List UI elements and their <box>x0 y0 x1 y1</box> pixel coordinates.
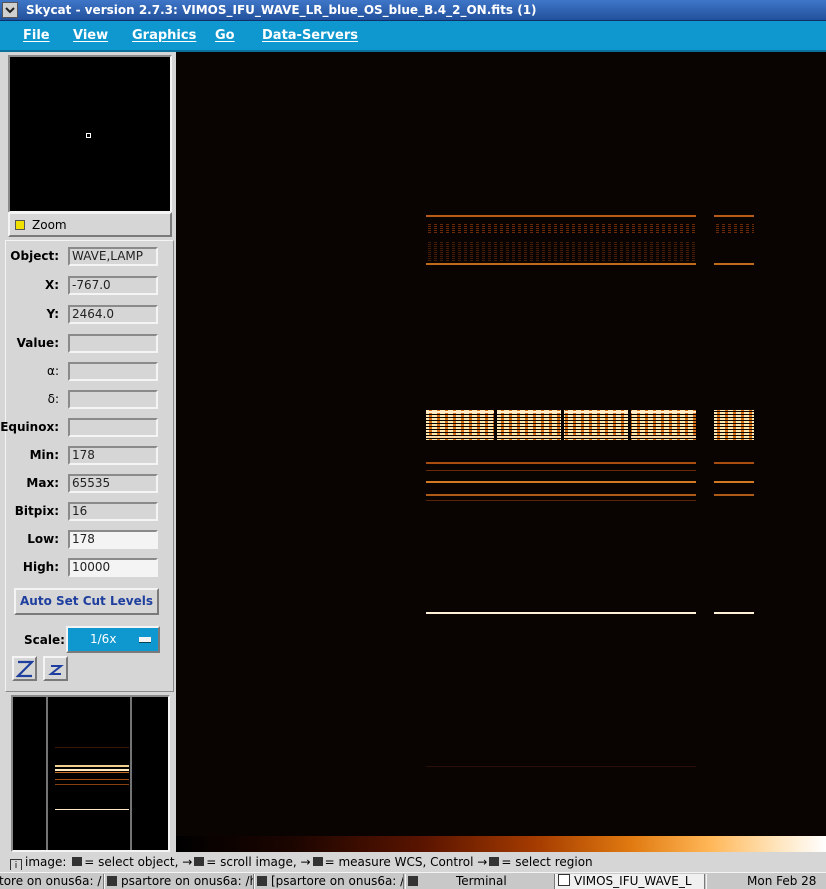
panner-thumbnail[interactable] <box>11 695 170 852</box>
min-field: 178 <box>68 446 158 465</box>
panner-thumbnail-image <box>13 697 168 850</box>
mouse-button-1-icon <box>72 857 83 866</box>
control-panel: Zoom Object: WAVE,LAMP X: -767.0 Y: 2464… <box>0 52 175 854</box>
window-title-bar[interactable]: Skycat - version 2.7.3: VIMOS_IFU_WAVE_L… <box>0 0 826 21</box>
scale-menu-button[interactable]: 1/6x <box>66 626 160 653</box>
taskbar-item-label: VIMOS_IFU_WAVE_L <box>574 874 692 888</box>
zoom-toggle-label: Zoom <box>32 218 67 232</box>
equinox-field <box>68 418 158 437</box>
value-label: Value: <box>16 336 59 350</box>
zoom-in-icon <box>16 660 34 678</box>
zoom-cursor-box <box>86 133 91 138</box>
colormap-bar[interactable] <box>176 836 826 852</box>
status-line: i image: = select object, → = scroll image… <box>0 854 826 870</box>
low-input[interactable]: 178 <box>68 530 158 549</box>
taskbar-item-terminal-1[interactable]: tore on onus6a: / <box>0 874 104 889</box>
image-info-panel: Object: WAVE,LAMP X: -767.0 Y: 2464.0 Va… <box>0 240 174 692</box>
x-label: X: <box>44 278 59 292</box>
terminal-icon <box>257 876 267 886</box>
menu-view[interactable]: View <box>73 28 108 43</box>
max-label: Max: <box>26 476 59 490</box>
info-icon: i <box>10 859 22 870</box>
high-label: High: <box>22 560 59 574</box>
ra-label: α: <box>47 364 59 378</box>
menu-go[interactable]: Go <box>215 28 235 43</box>
document-icon <box>558 874 570 886</box>
equinox-label: Equinox: <box>0 420 59 434</box>
ra-field <box>68 362 158 381</box>
zoom-out-icon <box>48 665 64 675</box>
low-label: Low: <box>27 532 59 546</box>
image-display-canvas[interactable] <box>176 52 826 836</box>
bitpix-label: Bitpix: <box>14 504 59 518</box>
arrow-icon: → <box>300 855 311 869</box>
y-label: Y: <box>46 307 59 321</box>
status-part-4: = select region <box>501 855 593 869</box>
arrow-icon: → <box>477 855 488 869</box>
taskbar-clock[interactable]: Mon Feb 28 <box>706 874 826 889</box>
value-field <box>68 334 158 353</box>
mouse-button-2-icon <box>194 857 205 866</box>
min-label: Min: <box>29 448 59 462</box>
zoom-window[interactable] <box>8 55 172 213</box>
terminal-icon <box>408 876 418 886</box>
status-part-3: = measure WCS, Control <box>324 855 474 869</box>
zoom-out-button[interactable] <box>43 656 68 681</box>
taskbar-item-terminal-3[interactable]: [psartore on onus6a: / <box>254 874 404 889</box>
status-mode: image: <box>25 855 67 869</box>
spectrum-image <box>426 215 754 767</box>
terminal-icon <box>107 876 117 886</box>
window-title: Skycat - version 2.7.3: VIMOS_IFU_WAVE_L… <box>26 3 537 17</box>
scale-label: Scale: <box>24 633 65 647</box>
zoom-toggle-button[interactable]: Zoom <box>8 212 172 237</box>
taskbar-item-terminal-4[interactable]: Terminal <box>405 874 555 889</box>
mouse-button-1b-icon <box>489 857 500 866</box>
x-field: -767.0 <box>68 276 158 295</box>
y-field: 2464.0 <box>68 305 158 324</box>
auto-set-cut-levels-button[interactable]: Auto Set Cut Levels <box>14 588 159 615</box>
object-label: Object: <box>10 249 59 263</box>
dec-label: δ: <box>47 392 59 406</box>
object-field: WAVE,LAMP <box>68 247 158 266</box>
taskbar-item-terminal-2[interactable]: psartore on onus6a: /h <box>104 874 254 889</box>
dec-field <box>68 390 158 409</box>
arrow-icon: → <box>182 855 193 869</box>
menu-bar: File View Graphics Go Data-Servers <box>0 21 826 52</box>
status-part-1: = select object, <box>84 855 179 869</box>
max-field: 65535 <box>68 474 158 493</box>
status-part-2: = scroll image, <box>206 855 297 869</box>
scale-value: 1/6x <box>90 632 117 646</box>
mouse-button-3-icon <box>312 857 323 866</box>
taskbar-item-label: tore on onus6a: / <box>0 874 102 888</box>
high-input[interactable]: 10000 <box>68 558 158 577</box>
menu-file[interactable]: File <box>23 28 50 43</box>
bitpix-field: 16 <box>68 502 158 521</box>
taskbar-item-label: Terminal <box>456 874 507 888</box>
taskbar-item-skycat[interactable]: VIMOS_IFU_WAVE_L <box>555 874 705 889</box>
taskbar: tore on onus6a: / psartore on onus6a: /h… <box>0 872 826 889</box>
menu-data-servers[interactable]: Data-Servers <box>262 28 358 43</box>
option-menu-indicator-icon <box>139 637 151 643</box>
menu-graphics[interactable]: Graphics <box>132 28 196 43</box>
window-menu-icon[interactable] <box>2 2 18 18</box>
zoom-checkbox-indicator <box>15 220 25 230</box>
clock-text: Mon Feb 28 <box>747 874 817 888</box>
taskbar-item-label: psartore on onus6a: /h <box>121 874 254 888</box>
zoom-in-button[interactable] <box>12 656 37 681</box>
taskbar-item-label: [psartore on onus6a: / <box>271 874 404 888</box>
